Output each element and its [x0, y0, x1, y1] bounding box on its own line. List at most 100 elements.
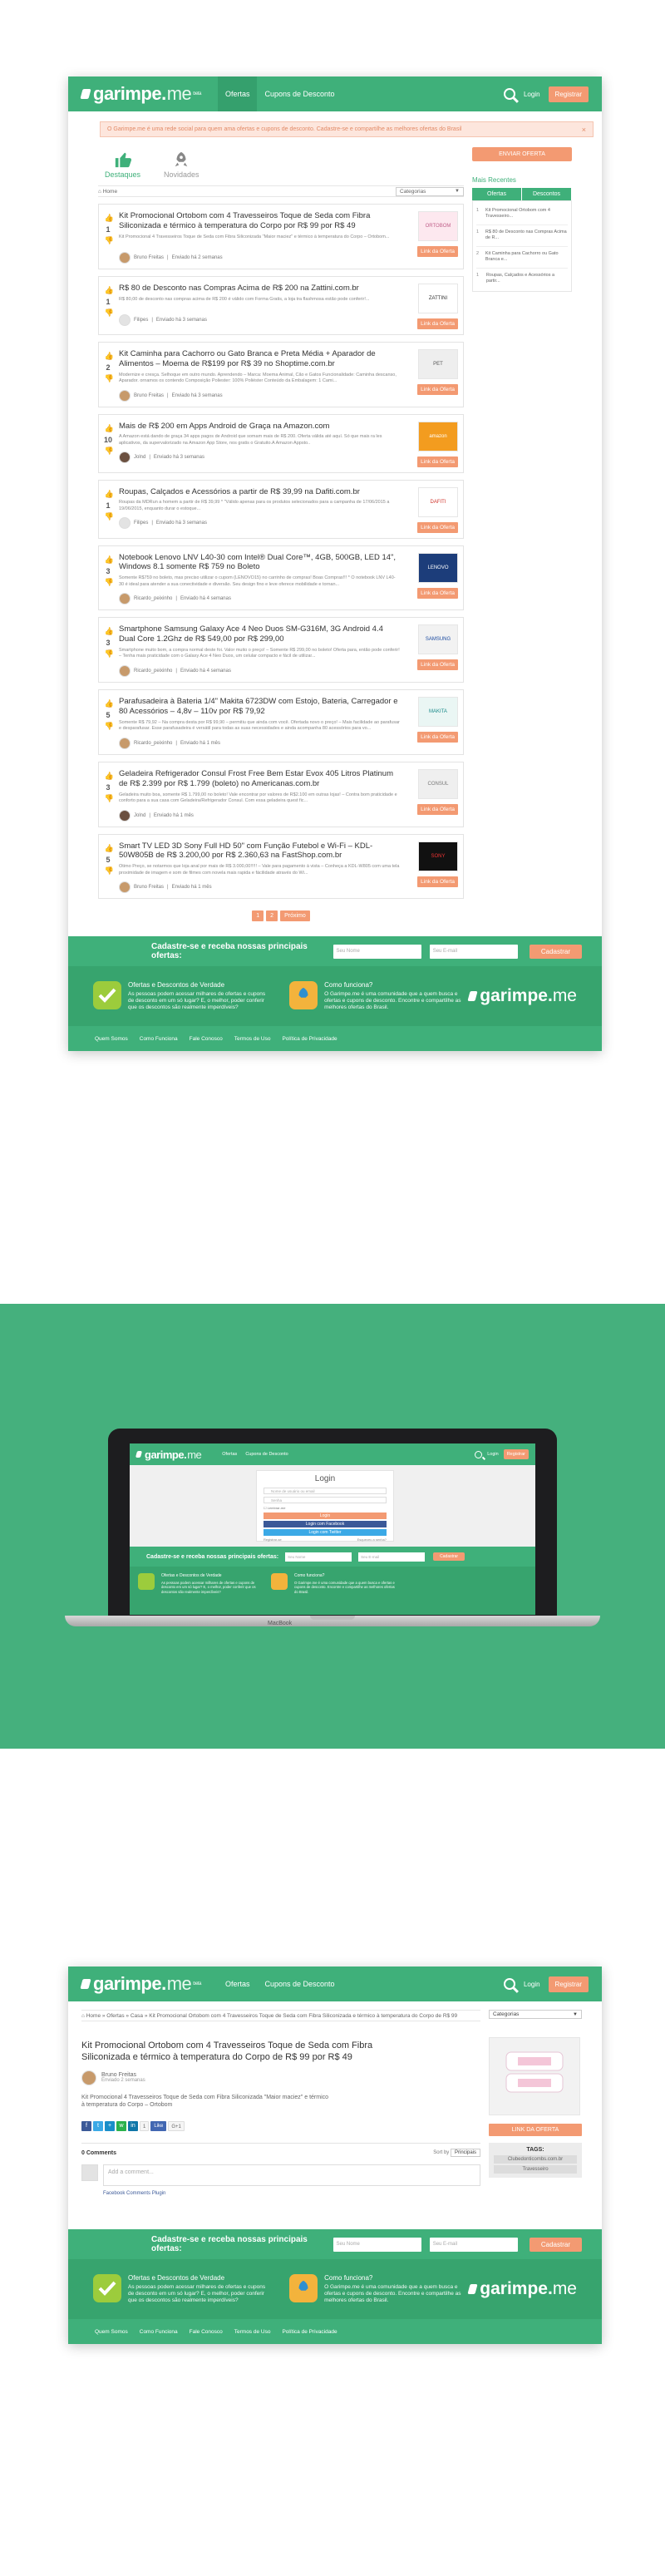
twitter-login-button[interactable]: Login com Twitter — [264, 1529, 387, 1536]
author-name[interactable]: Bruno Freitas — [101, 2072, 145, 2078]
deal-title[interactable]: Smartphone Samsung Galaxy Ace 4 Neo Duos… — [119, 624, 400, 644]
avatar[interactable] — [119, 389, 131, 402]
login-button[interactable]: Login — [264, 1513, 387, 1519]
thumbs-up-icon[interactable]: 👍 — [105, 424, 114, 432]
avatar[interactable] — [81, 2070, 96, 2085]
deal-link-button[interactable]: Link da Oferta — [417, 521, 458, 533]
tab-news[interactable]: Novidades — [164, 151, 200, 179]
nav-coupons[interactable]: Cupons de Desconto — [257, 1967, 342, 2001]
register-button[interactable]: Registrar — [548, 1976, 589, 1992]
avatar[interactable] — [119, 313, 131, 326]
linkedin-icon[interactable]: in — [128, 2121, 138, 2132]
login-link[interactable]: Login — [487, 1452, 498, 1457]
nav-coupons[interactable]: Cupons de Desconto — [257, 76, 342, 111]
close-icon[interactable]: × — [582, 126, 586, 134]
author-name[interactable]: Bruno Freitas — [134, 885, 164, 890]
register-button[interactable]: Registrar — [548, 86, 589, 102]
search-icon[interactable] — [503, 88, 515, 100]
avatar[interactable] — [119, 737, 131, 749]
garimpe-logo[interactable]: garimpe. me beta — [80, 1973, 201, 1995]
tag-chip[interactable]: Clubedonticombs.com.br — [494, 2155, 577, 2164]
deal-link-button[interactable]: Link da Oferta — [417, 587, 458, 599]
nav-offers[interactable]: Ofertas — [218, 1443, 241, 1465]
deal-title[interactable]: Geladeira Refrigerador Consul Frost Free… — [119, 769, 400, 789]
sidebar-tab-offers[interactable]: Ofertas — [472, 188, 522, 200]
deal-link-button[interactable]: Link da Oferta — [417, 383, 458, 395]
tag-chip[interactable]: Travesseiro — [494, 2165, 577, 2174]
author-name[interactable]: Bruno Freitas — [134, 255, 164, 260]
newsletter-submit-button[interactable]: Cadastrar — [529, 2237, 582, 2252]
footer-link-how[interactable]: Como Funciona — [140, 2329, 178, 2335]
thumbs-up-icon[interactable]: 👍 — [105, 286, 114, 294]
remember-checkbox[interactable]: ☐ Lembrar-me — [264, 1506, 387, 1510]
send-offer-button[interactable]: ENVIAR OFERTA — [472, 147, 572, 161]
thumbs-down-icon[interactable]: 👎 — [105, 447, 114, 455]
share-icon[interactable]: + — [105, 2121, 115, 2132]
footer-link-terms[interactable]: Termos de Uso — [234, 1036, 271, 1042]
product-image[interactable]: ZATTINI — [418, 283, 458, 313]
deal-title[interactable]: Kit Caminha para Cachorro ou Gato Branca… — [119, 349, 400, 369]
footer-link-contact[interactable]: Fale Conosco — [190, 2329, 223, 2335]
thumbs-up-icon[interactable]: 👍 — [105, 490, 114, 498]
thumbs-up-icon[interactable]: 👍 — [105, 215, 114, 222]
product-image[interactable]: ORTOBOM — [418, 211, 458, 241]
google-plus-button[interactable]: G+1 — [168, 2121, 185, 2132]
avatar[interactable] — [119, 452, 131, 464]
footer-link-about[interactable]: Quem Somos — [95, 1036, 128, 1042]
thumbs-down-icon[interactable]: 👎 — [105, 308, 114, 317]
thumbs-up-icon[interactable]: 👍 — [105, 352, 114, 360]
breadcrumb-path[interactable]: Home » Ofertas » Casa » Kit Promocional … — [86, 2013, 457, 2019]
author-name[interactable]: Jolnd — [134, 813, 145, 818]
category-select[interactable]: Categorias ▼ — [396, 186, 464, 196]
thumbs-down-icon[interactable]: 👎 — [105, 723, 114, 730]
footer-link-about[interactable]: Quem Somos — [95, 2329, 128, 2335]
search-icon[interactable] — [475, 1450, 483, 1458]
register-button[interactable]: Registrar — [503, 1449, 529, 1459]
password-input[interactable]: Senha — [264, 1497, 387, 1503]
facebook-login-button[interactable]: Login com Facebook — [264, 1521, 387, 1527]
deal-title[interactable]: R$ 80 de Desconto nas Compras Acima de R… — [119, 284, 400, 294]
author-name[interactable]: Ricardo_peixinho — [134, 669, 172, 674]
deal-link-button[interactable]: LINK DA OFERTA — [489, 2124, 582, 2136]
newsletter-name-input[interactable]: Seu Nome — [285, 1552, 352, 1562]
author-name[interactable]: Filipes — [134, 521, 148, 526]
forgot-password-link[interactable]: Esqueceu a senha? — [357, 1537, 387, 1542]
sort-select[interactable]: Principais — [450, 2149, 480, 2158]
footer-link-terms[interactable]: Termos de Uso — [234, 2329, 271, 2335]
sort-control[interactable]: Sort by Principais — [433, 2149, 480, 2158]
deal-title[interactable]: Kit Promocional Ortobom com 4 Travesseir… — [119, 211, 400, 231]
avatar[interactable] — [119, 593, 131, 605]
facebook-icon[interactable]: f — [81, 2121, 91, 2132]
avatar[interactable] — [119, 665, 131, 677]
recent-item[interactable]: 2 Kit Caminha para Cachorro ou Gato Branc… — [476, 247, 568, 269]
footer-link-contact[interactable]: Fale Conosco — [190, 1036, 223, 1042]
deal-link-button[interactable]: Link da Oferta — [417, 732, 458, 743]
nav-offers[interactable]: Ofertas — [218, 1967, 258, 2001]
author-name[interactable]: Filipes — [134, 318, 148, 323]
thumbs-down-icon[interactable]: 👎 — [105, 794, 114, 802]
product-image[interactable]: PET — [418, 348, 458, 379]
page-1-button[interactable]: 1 — [252, 910, 264, 922]
newsletter-submit-button[interactable]: Cadastrar — [433, 1552, 466, 1561]
thumbs-up-icon[interactable]: 👍 — [105, 555, 114, 564]
footer-link-privacy[interactable]: Política de Privacidade — [282, 1036, 337, 1042]
product-image[interactable]: LENOVO — [418, 552, 458, 583]
username-input[interactable]: Nome de usuário ou email — [264, 1488, 387, 1494]
thumbs-up-icon[interactable]: 👍 — [105, 700, 114, 708]
newsletter-email-input[interactable]: Seu E-mail — [429, 944, 518, 959]
thumbs-down-icon[interactable]: 👎 — [105, 374, 114, 382]
avatar[interactable] — [119, 251, 131, 264]
whatsapp-icon[interactable]: w — [116, 2121, 126, 2132]
tab-featured[interactable]: Destaques — [105, 151, 140, 179]
author-name[interactable]: Jolnd — [134, 455, 145, 460]
sidebar-tab-coupons[interactable]: Descontos — [522, 188, 572, 200]
recent-item[interactable]: 1 Kit Promocional Ortobom com 4 Travessei… — [476, 204, 568, 225]
deal-title[interactable]: Smart TV LED 3D Sony Full HD 50" com Fun… — [119, 841, 400, 861]
footer-link-how[interactable]: Como Funciona — [140, 1036, 178, 1042]
product-image[interactable]: DAFITI — [418, 486, 458, 517]
breadcrumb-home[interactable]: Home — [103, 189, 117, 195]
thumbs-up-icon[interactable]: 👍 — [105, 772, 114, 780]
search-icon[interactable] — [503, 1978, 515, 1990]
author-name[interactable]: Bruno Freitas — [134, 393, 164, 398]
garimpe-logo[interactable]: garimpe. me — [135, 1448, 202, 1461]
